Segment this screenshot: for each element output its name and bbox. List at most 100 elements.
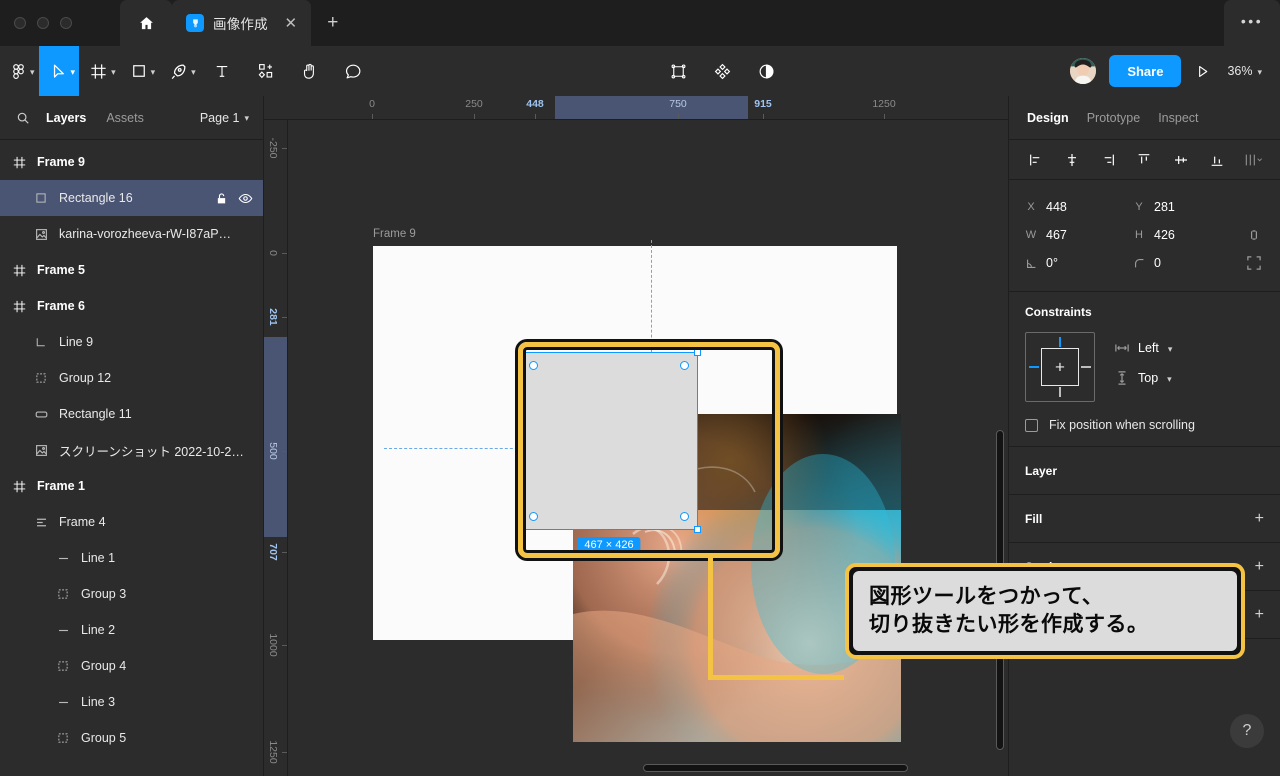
boolean-tool-button[interactable]	[744, 46, 788, 96]
constraints-widget[interactable]: +	[1025, 332, 1095, 402]
vertical-ruler[interactable]: -250 0 281 500 707 1000 1250	[264, 120, 288, 776]
present-button[interactable]	[1181, 46, 1223, 96]
unlock-icon[interactable]	[215, 192, 228, 205]
add-stroke-button[interactable]: +	[1255, 558, 1264, 576]
hand-tool-button[interactable]	[288, 46, 332, 96]
layer-row-group-4[interactable]: Group 4	[0, 648, 263, 684]
move-tool-button[interactable]: ▾	[38, 46, 80, 96]
layer-row-frame-9[interactable]: Frame 9	[0, 144, 263, 180]
close-icon[interactable]: ✕	[283, 16, 299, 31]
x-label: X	[1027, 201, 1035, 213]
resize-handle-bl[interactable]	[517, 526, 524, 533]
corner-radius-field[interactable]: 0	[1133, 256, 1241, 270]
minimize-window-dot[interactable]	[37, 17, 49, 29]
layer-row-group-5[interactable]: Group 5	[0, 720, 263, 756]
resize-handle-tr[interactable]	[694, 349, 701, 356]
constraint-right-bar[interactable]	[1081, 366, 1091, 368]
resize-handle-tl[interactable]	[517, 349, 524, 356]
layer-row-2022-10-2[interactable]: スクリーンショット 2022-10-2…	[0, 432, 263, 468]
text-tool-button[interactable]	[200, 46, 244, 96]
ruler-tick-label-h: 0	[369, 98, 375, 110]
independent-corners-button[interactable]	[1244, 256, 1264, 270]
align-left-button[interactable]	[1025, 152, 1047, 168]
tab-prototype[interactable]: Prototype	[1087, 111, 1141, 125]
eye-icon[interactable]	[238, 191, 253, 206]
mask-tool-button[interactable]	[656, 46, 700, 96]
constraints-body: + Left ▾ Top ▾	[1025, 332, 1264, 402]
horizontal-constraint-select[interactable]: Left ▾	[1115, 341, 1172, 355]
close-window-dot[interactable]	[14, 17, 26, 29]
layer-row-rectangle-16[interactable]: Rectangle 16	[0, 180, 263, 216]
file-tab[interactable]: 画像作成 ✕	[172, 0, 311, 46]
maximize-window-dot[interactable]	[60, 17, 72, 29]
zoom-control[interactable]: 36% ▾	[1223, 64, 1270, 78]
layer-row-line-9[interactable]: Line 9	[0, 324, 263, 360]
frame-tool-button[interactable]: ▾	[79, 46, 120, 96]
x-field[interactable]: X 448	[1025, 200, 1133, 214]
constraint-bottom-bar[interactable]	[1059, 387, 1061, 397]
layer-row-karina-vorozheeva-rw-i87ap[interactable]: karina-vorozheeva-rW-I87aP…	[0, 216, 263, 252]
layer-row-frame-5[interactable]: Frame 5	[0, 252, 263, 288]
height-field[interactable]: H 426	[1133, 228, 1241, 242]
new-tab-button[interactable]: +	[311, 0, 355, 46]
shape-tool-button[interactable]: ▾	[120, 46, 160, 96]
align-top-button[interactable]	[1133, 152, 1155, 168]
search-button[interactable]	[10, 111, 36, 125]
overflow-menu-button[interactable]: •••	[1224, 0, 1280, 46]
resources-tool-button[interactable]	[244, 46, 288, 96]
corner-radius-handle-tl[interactable]	[529, 361, 538, 370]
fix-position-checkbox[interactable]	[1025, 418, 1038, 432]
vertical-constraint-select[interactable]: Top ▾	[1115, 371, 1172, 385]
layer-row-group-12[interactable]: Group 12	[0, 360, 263, 396]
y-field[interactable]: Y 281	[1133, 200, 1241, 214]
distribute-button[interactable]	[1242, 152, 1264, 168]
share-button[interactable]: Share	[1109, 55, 1182, 87]
add-fill-button[interactable]: +	[1255, 510, 1264, 528]
pen-tool-button[interactable]: ▾	[159, 46, 200, 96]
canvas-horizontal-scrollbar[interactable]	[643, 764, 908, 772]
w-label: W	[1025, 229, 1037, 241]
tab-layers[interactable]: Layers	[36, 96, 96, 140]
resize-handle-br[interactable]	[694, 526, 701, 533]
corner-radius-handle-bl[interactable]	[529, 512, 538, 521]
tab-assets[interactable]: Assets	[96, 96, 154, 140]
constraint-left-bar[interactable]	[1029, 366, 1039, 368]
fix-position-row[interactable]: Fix position when scrolling	[1025, 418, 1264, 432]
constraint-top-bar[interactable]	[1059, 337, 1061, 347]
add-effect-button[interactable]: +	[1255, 606, 1264, 624]
layer-row-group-3[interactable]: Group 3	[0, 576, 263, 612]
canvas-viewport[interactable]: Frame 9 467 × 426	[288, 120, 1008, 776]
layer-row-rectangle-11[interactable]: Rectangle 11	[0, 396, 263, 432]
page-selector[interactable]: Page 1 ▾	[200, 111, 253, 125]
corner-radius-handle-br[interactable]	[680, 512, 689, 521]
layer-row-line-2[interactable]: Line 2	[0, 612, 263, 648]
layer-row-line-1[interactable]: Line 1	[0, 540, 263, 576]
help-button[interactable]: ?	[1230, 714, 1264, 748]
frame-label[interactable]: Frame 9	[373, 228, 416, 240]
avatar[interactable]	[1069, 57, 1098, 85]
layer-row-frame-4[interactable]: Frame 4	[0, 504, 263, 540]
horizontal-ruler[interactable]: 025044875091512501500	[264, 96, 1008, 120]
width-field[interactable]: W 467	[1025, 228, 1133, 242]
main-menu-button[interactable]: ▾	[0, 46, 39, 96]
selected-rectangle-16[interactable]: 467 × 426	[517, 349, 701, 553]
alignment-toolbar	[1009, 140, 1280, 180]
tab-design[interactable]: Design	[1027, 111, 1069, 125]
align-horizontal-center-button[interactable]	[1061, 152, 1083, 168]
align-right-button[interactable]	[1097, 152, 1119, 168]
constrain-proportions-button[interactable]	[1244, 227, 1264, 243]
layer-row-frame-6[interactable]: Frame 6	[0, 288, 263, 324]
tab-inspect[interactable]: Inspect	[1158, 111, 1198, 125]
comment-tool-button[interactable]	[332, 46, 376, 96]
component-tool-button[interactable]	[700, 46, 744, 96]
component-icon	[713, 62, 732, 81]
layer-row-line-3[interactable]: Line 3	[0, 684, 263, 720]
layer-actions	[215, 191, 253, 206]
home-button[interactable]	[120, 0, 172, 46]
figma-app-window: 画像作成 ✕ + ••• ▾ ▾ ▾ ▾ ▾ Share 36% ▾ Layer…	[0, 0, 1280, 776]
align-vertical-center-button[interactable]	[1170, 152, 1192, 168]
align-bottom-button[interactable]	[1206, 152, 1228, 168]
rotation-field[interactable]: 0°	[1025, 256, 1133, 270]
layer-row-frame-1[interactable]: Frame 1	[0, 468, 263, 504]
corner-radius-handle-tr[interactable]	[680, 361, 689, 370]
